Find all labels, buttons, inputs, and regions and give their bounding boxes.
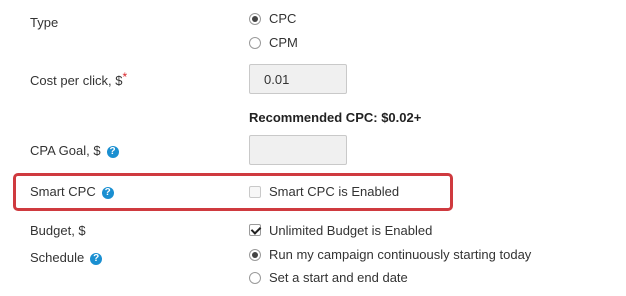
- cpa-goal-label: CPA Goal, $?: [30, 143, 119, 158]
- question-circle-icon[interactable]: ?: [90, 253, 103, 265]
- cpa-goal-label-text: CPA Goal, $: [30, 143, 101, 158]
- schedule-dates-radio[interactable]: [249, 272, 261, 284]
- smart-cpc-label: Smart CPC?: [30, 184, 114, 199]
- schedule-dates-label[interactable]: Set a start and end date: [269, 270, 408, 285]
- type-cpc-radio[interactable]: [249, 13, 261, 25]
- smart-cpc-checkbox[interactable]: [249, 186, 261, 198]
- cpc-label: Cost per click, $*: [30, 70, 128, 88]
- cpc-label-text: Cost per click, $: [30, 73, 123, 88]
- schedule-label: Schedule?: [30, 250, 103, 265]
- question-circle-icon[interactable]: ?: [106, 146, 119, 158]
- required-mark: *: [122, 70, 128, 84]
- schedule-label-text: Schedule: [30, 250, 85, 265]
- cpa-goal-input[interactable]: [249, 135, 347, 165]
- type-cpm-radio[interactable]: [249, 37, 261, 49]
- smart-cpc-label-text: Smart CPC: [30, 184, 96, 199]
- schedule-continuous-label[interactable]: Run my campaign continuously starting to…: [269, 247, 531, 262]
- type-label: Type: [30, 15, 59, 30]
- type-cpc-label[interactable]: CPC: [269, 11, 296, 26]
- cpc-input[interactable]: [249, 64, 347, 94]
- smart-cpc-checkbox-label[interactable]: Smart CPC is Enabled: [269, 184, 399, 199]
- unlimited-budget-checkbox[interactable]: [249, 224, 261, 236]
- budget-label: Budget, $: [30, 223, 86, 238]
- question-circle-icon[interactable]: ?: [101, 187, 114, 199]
- type-cpm-label[interactable]: CPM: [269, 35, 298, 50]
- schedule-continuous-radio[interactable]: [249, 249, 261, 261]
- unlimited-budget-label[interactable]: Unlimited Budget is Enabled: [269, 223, 432, 238]
- recommended-cpc-text: Recommended CPC: $0.02+: [249, 110, 422, 125]
